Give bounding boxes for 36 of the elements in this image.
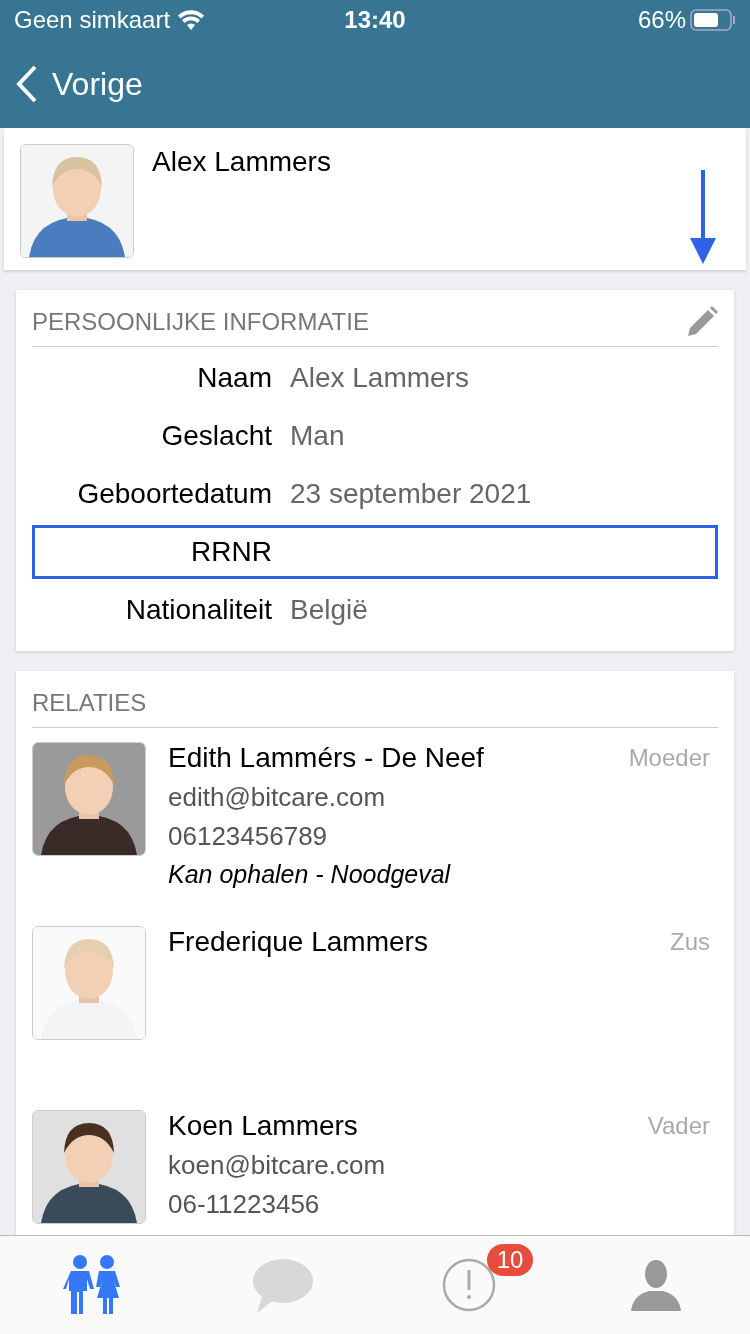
field-label: Naam — [196, 362, 272, 394]
section-title: RELATIES — [32, 689, 147, 717]
phone-text: 06123456789 — [168, 821, 329, 852]
phone-text: 06-11223456 — [168, 1189, 321, 1220]
down-arrow-icon — [690, 170, 716, 264]
relation-role: Zus — [670, 928, 710, 956]
field-value: Alex Lammers — [290, 362, 469, 394]
wifi-icon — [178, 10, 205, 30]
relation-name: Edith Lammérs - De Neef — [168, 742, 484, 774]
field-value: 23 september 2021 — [290, 478, 532, 510]
back-button[interactable]: Vorige — [16, 65, 143, 103]
child-name: Alex Lammers — [152, 146, 331, 179]
time-text: 13:40 — [344, 6, 406, 34]
person-icon — [631, 1259, 682, 1311]
field-label: Nationaliteit — [124, 594, 272, 626]
note-text: Kan ophalen - Noodgeval — [168, 860, 452, 889]
relation-name: Koen Lammers — [168, 1110, 358, 1142]
field-value: België — [290, 594, 368, 626]
pencil-icon[interactable] — [686, 306, 718, 338]
relation-role: Vader — [647, 1112, 710, 1140]
tab-button[interactable]: 10 — [375, 1236, 563, 1334]
relation-role: Moeder — [628, 744, 710, 772]
relation-name: Frederique Lammers — [168, 926, 428, 958]
battery-text: 66% — [637, 6, 686, 34]
field-label: RRNR — [190, 536, 272, 568]
field-label: Geboortedatum — [76, 478, 272, 510]
count-badge: 10 — [486, 1244, 534, 1276]
chevron-left-icon — [16, 65, 38, 103]
battery-icon — [690, 9, 736, 31]
section-title: PERSOONLIJKE INFORMATIE — [32, 308, 369, 336]
carrier-text: Geen simkaart — [14, 6, 171, 34]
email-text: koen@bitcare.com — [168, 1150, 387, 1181]
field-value: Man — [290, 420, 345, 452]
email-text: edith@bitcare.com — [168, 782, 387, 813]
exclamation-icon — [441, 1258, 496, 1312]
field-label: Geslacht — [160, 420, 272, 452]
